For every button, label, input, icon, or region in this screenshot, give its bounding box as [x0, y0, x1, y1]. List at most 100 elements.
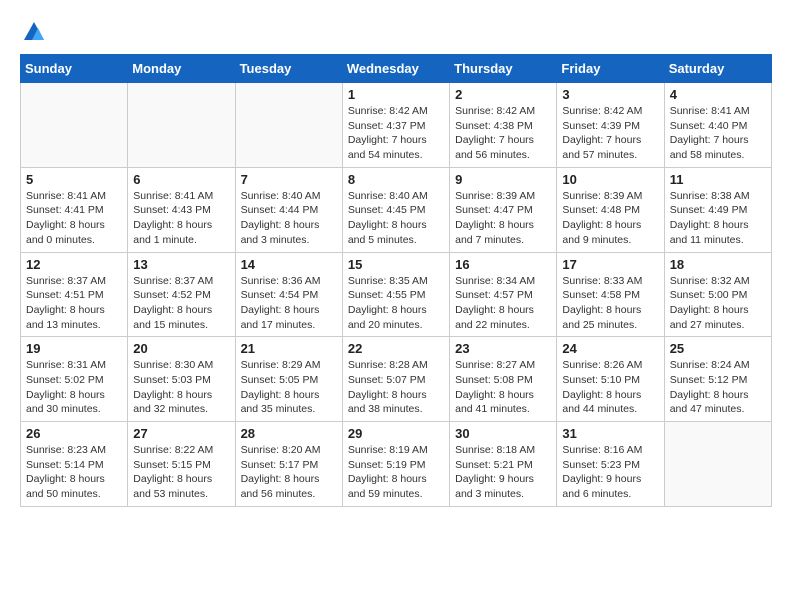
cell-info-text: Sunrise: 8:34 AM Sunset: 4:57 PM Dayligh… [455, 274, 551, 333]
cell-day-number: 15 [348, 257, 444, 272]
calendar-cell: 27 Sunrise: 8:22 AM Sunset: 5:15 PM Dayli… [128, 422, 235, 507]
cell-info-text: Sunrise: 8:38 AM Sunset: 4:49 PM Dayligh… [670, 189, 766, 248]
calendar-cell: 3 Sunrise: 8:42 AM Sunset: 4:39 PM Daylig… [557, 83, 664, 168]
cell-day-number: 23 [455, 341, 551, 356]
cell-day-number: 13 [133, 257, 229, 272]
cell-info-text: Sunrise: 8:19 AM Sunset: 5:19 PM Dayligh… [348, 443, 444, 502]
cell-day-number: 24 [562, 341, 658, 356]
cell-info-text: Sunrise: 8:35 AM Sunset: 4:55 PM Dayligh… [348, 274, 444, 333]
cell-day-number: 19 [26, 341, 122, 356]
calendar-cell: 2 Sunrise: 8:42 AM Sunset: 4:38 PM Daylig… [450, 83, 557, 168]
calendar-cell: 13 Sunrise: 8:37 AM Sunset: 4:52 PM Dayli… [128, 252, 235, 337]
cell-info-text: Sunrise: 8:40 AM Sunset: 4:44 PM Dayligh… [241, 189, 337, 248]
calendar-cell: 4 Sunrise: 8:41 AM Sunset: 4:40 PM Daylig… [664, 83, 771, 168]
cell-day-number: 4 [670, 87, 766, 102]
calendar-cell [21, 83, 128, 168]
cell-info-text: Sunrise: 8:40 AM Sunset: 4:45 PM Dayligh… [348, 189, 444, 248]
page-header [20, 20, 772, 44]
cell-info-text: Sunrise: 8:39 AM Sunset: 4:48 PM Dayligh… [562, 189, 658, 248]
cell-day-number: 20 [133, 341, 229, 356]
cell-day-number: 9 [455, 172, 551, 187]
calendar-cell: 20 Sunrise: 8:30 AM Sunset: 5:03 PM Dayli… [128, 337, 235, 422]
cell-info-text: Sunrise: 8:20 AM Sunset: 5:17 PM Dayligh… [241, 443, 337, 502]
day-header-wednesday: Wednesday [342, 55, 449, 83]
day-header-monday: Monday [128, 55, 235, 83]
cell-day-number: 1 [348, 87, 444, 102]
calendar-cell: 29 Sunrise: 8:19 AM Sunset: 5:19 PM Dayli… [342, 422, 449, 507]
cell-info-text: Sunrise: 8:42 AM Sunset: 4:38 PM Dayligh… [455, 104, 551, 163]
calendar-cell: 26 Sunrise: 8:23 AM Sunset: 5:14 PM Dayli… [21, 422, 128, 507]
cell-info-text: Sunrise: 8:41 AM Sunset: 4:41 PM Dayligh… [26, 189, 122, 248]
calendar-cell: 24 Sunrise: 8:26 AM Sunset: 5:10 PM Dayli… [557, 337, 664, 422]
calendar-cell [235, 83, 342, 168]
cell-info-text: Sunrise: 8:37 AM Sunset: 4:52 PM Dayligh… [133, 274, 229, 333]
cell-day-number: 14 [241, 257, 337, 272]
logo-icon [22, 20, 46, 44]
calendar-cell: 1 Sunrise: 8:42 AM Sunset: 4:37 PM Daylig… [342, 83, 449, 168]
calendar-week-row: 5 Sunrise: 8:41 AM Sunset: 4:41 PM Daylig… [21, 167, 772, 252]
calendar-week-row: 26 Sunrise: 8:23 AM Sunset: 5:14 PM Dayli… [21, 422, 772, 507]
calendar-cell: 28 Sunrise: 8:20 AM Sunset: 5:17 PM Dayli… [235, 422, 342, 507]
cell-day-number: 6 [133, 172, 229, 187]
cell-day-number: 29 [348, 426, 444, 441]
cell-info-text: Sunrise: 8:29 AM Sunset: 5:05 PM Dayligh… [241, 358, 337, 417]
cell-info-text: Sunrise: 8:36 AM Sunset: 4:54 PM Dayligh… [241, 274, 337, 333]
calendar-table: SundayMondayTuesdayWednesdayThursdayFrid… [20, 54, 772, 507]
cell-day-number: 11 [670, 172, 766, 187]
calendar-cell: 16 Sunrise: 8:34 AM Sunset: 4:57 PM Dayli… [450, 252, 557, 337]
cell-day-number: 16 [455, 257, 551, 272]
day-header-sunday: Sunday [21, 55, 128, 83]
calendar-week-row: 1 Sunrise: 8:42 AM Sunset: 4:37 PM Daylig… [21, 83, 772, 168]
calendar-cell: 15 Sunrise: 8:35 AM Sunset: 4:55 PM Dayli… [342, 252, 449, 337]
cell-info-text: Sunrise: 8:24 AM Sunset: 5:12 PM Dayligh… [670, 358, 766, 417]
cell-info-text: Sunrise: 8:22 AM Sunset: 5:15 PM Dayligh… [133, 443, 229, 502]
calendar-cell: 23Sunrise: 8:27 AM Sunset: 5:08 PM Dayli… [450, 337, 557, 422]
calendar-cell: 8 Sunrise: 8:40 AM Sunset: 4:45 PM Daylig… [342, 167, 449, 252]
cell-day-number: 25 [670, 341, 766, 356]
calendar-cell: 9Sunrise: 8:39 AM Sunset: 4:47 PM Daylig… [450, 167, 557, 252]
cell-info-text: Sunrise: 8:33 AM Sunset: 4:58 PM Dayligh… [562, 274, 658, 333]
cell-info-text: Sunrise: 8:32 AM Sunset: 5:00 PM Dayligh… [670, 274, 766, 333]
cell-info-text: Sunrise: 8:30 AM Sunset: 5:03 PM Dayligh… [133, 358, 229, 417]
cell-day-number: 5 [26, 172, 122, 187]
cell-day-number: 10 [562, 172, 658, 187]
calendar-cell: 17 Sunrise: 8:33 AM Sunset: 4:58 PM Dayli… [557, 252, 664, 337]
calendar-cell [664, 422, 771, 507]
calendar-header-row: SundayMondayTuesdayWednesdayThursdayFrid… [21, 55, 772, 83]
cell-info-text: Sunrise: 8:41 AM Sunset: 4:43 PM Dayligh… [133, 189, 229, 248]
calendar-cell: 14 Sunrise: 8:36 AM Sunset: 4:54 PM Dayli… [235, 252, 342, 337]
cell-day-number: 12 [26, 257, 122, 272]
cell-info-text: Sunrise: 8:26 AM Sunset: 5:10 PM Dayligh… [562, 358, 658, 417]
cell-day-number: 18 [670, 257, 766, 272]
calendar-cell: 19Sunrise: 8:31 AM Sunset: 5:02 PM Dayli… [21, 337, 128, 422]
calendar-cell: 30 Sunrise: 8:18 AM Sunset: 5:21 PM Dayli… [450, 422, 557, 507]
cell-day-number: 27 [133, 426, 229, 441]
cell-day-number: 30 [455, 426, 551, 441]
cell-day-number: 26 [26, 426, 122, 441]
cell-day-number: 31 [562, 426, 658, 441]
cell-day-number: 8 [348, 172, 444, 187]
calendar-cell: 18 Sunrise: 8:32 AM Sunset: 5:00 PM Dayli… [664, 252, 771, 337]
cell-day-number: 7 [241, 172, 337, 187]
calendar-cell: 25 Sunrise: 8:24 AM Sunset: 5:12 PM Dayli… [664, 337, 771, 422]
calendar-cell: 31Sunrise: 8:16 AM Sunset: 5:23 PM Dayli… [557, 422, 664, 507]
cell-day-number: 3 [562, 87, 658, 102]
logo [20, 20, 46, 44]
cell-day-number: 17 [562, 257, 658, 272]
calendar-cell [128, 83, 235, 168]
calendar-week-row: 12 Sunrise: 8:37 AM Sunset: 4:51 PM Dayli… [21, 252, 772, 337]
calendar-cell: 10 Sunrise: 8:39 AM Sunset: 4:48 PM Dayli… [557, 167, 664, 252]
calendar-cell: 22Sunrise: 8:28 AM Sunset: 5:07 PM Dayli… [342, 337, 449, 422]
calendar-cell: 12 Sunrise: 8:37 AM Sunset: 4:51 PM Dayli… [21, 252, 128, 337]
cell-day-number: 28 [241, 426, 337, 441]
cell-info-text: Sunrise: 8:42 AM Sunset: 4:37 PM Dayligh… [348, 104, 444, 163]
cell-info-text: Sunrise: 8:37 AM Sunset: 4:51 PM Dayligh… [26, 274, 122, 333]
day-header-saturday: Saturday [664, 55, 771, 83]
cell-info-text: Sunrise: 8:18 AM Sunset: 5:21 PM Dayligh… [455, 443, 551, 502]
cell-day-number: 2 [455, 87, 551, 102]
cell-info-text: Sunrise: 8:23 AM Sunset: 5:14 PM Dayligh… [26, 443, 122, 502]
cell-info-text: Sunrise: 8:42 AM Sunset: 4:39 PM Dayligh… [562, 104, 658, 163]
cell-info-text: Sunrise: 8:41 AM Sunset: 4:40 PM Dayligh… [670, 104, 766, 163]
calendar-cell: 7 Sunrise: 8:40 AM Sunset: 4:44 PM Daylig… [235, 167, 342, 252]
calendar-cell: 11 Sunrise: 8:38 AM Sunset: 4:49 PM Dayli… [664, 167, 771, 252]
